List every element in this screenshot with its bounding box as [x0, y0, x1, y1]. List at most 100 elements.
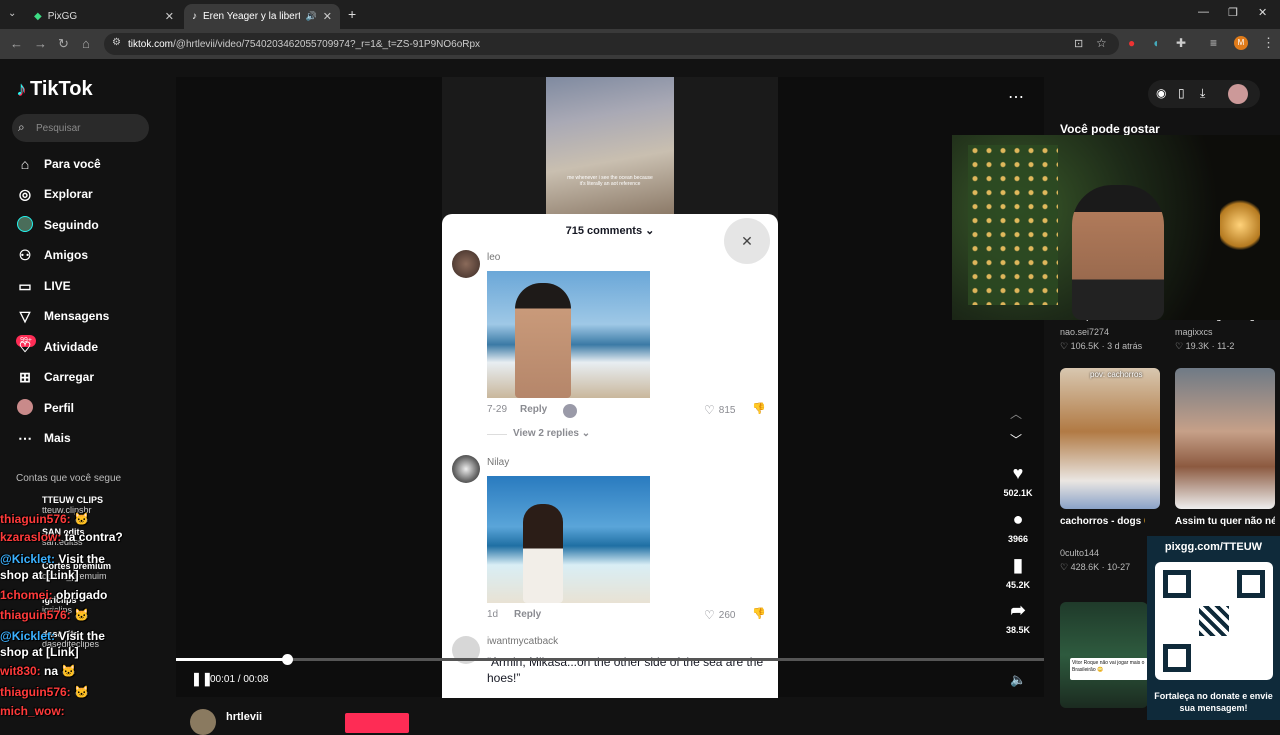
save-button[interactable]: ▮ 45.2K [1002, 555, 1034, 590]
author-avatar[interactable] [190, 709, 216, 735]
back-icon[interactable]: ← [10, 36, 23, 51]
progress-bar[interactable] [176, 658, 1044, 661]
sidebar-item-atividade[interactable]: ♡ Atividade [16, 336, 98, 358]
sidebar-item-para-voce[interactable]: ⌂ Para você [16, 153, 101, 175]
extension-icon[interactable]: ● [1128, 36, 1135, 50]
comment-username[interactable]: Nilay [487, 457, 509, 468]
next-video-icon[interactable]: ﹀ [1010, 431, 1022, 448]
avatar[interactable] [452, 455, 480, 483]
reply-button[interactable]: Reply [520, 404, 547, 415]
chat-username: thiaguin576: [0, 685, 71, 699]
close-comments-button[interactable]: ✕ [724, 218, 770, 264]
comment-image[interactable] [487, 271, 650, 398]
qr-code[interactable] [1155, 562, 1273, 680]
chat-text: ta contra? [64, 530, 123, 544]
close-tab-icon[interactable]: ✕ [323, 10, 332, 23]
sidebar-item-perfil[interactable]: Perfil [16, 397, 74, 419]
reload-icon[interactable]: ↻ [58, 36, 69, 52]
chat-message: thiaguin576: 🐱 [0, 685, 89, 699]
comment-image[interactable] [487, 476, 650, 603]
address-bar[interactable]: ⚙ tiktok.com/@hrtlevii/video/75402034620… [104, 33, 1119, 55]
chat-text: shop at [Link] [0, 568, 79, 582]
logo-text: TikTok [30, 78, 93, 100]
rec-thumbnail[interactable]: pov: cachorros [1060, 368, 1160, 509]
comment-count: 3966 [1007, 534, 1029, 544]
avatar[interactable] [452, 250, 480, 278]
rec-thumbnail[interactable]: Vitor Roque não vai jogar mais o Brasile… [1060, 602, 1148, 708]
audio-playing-icon[interactable]: 🔊 [306, 11, 317, 22]
new-tab-icon[interactable]: + [348, 6, 356, 22]
comment-icon: ● [1012, 509, 1024, 529]
chat-username: @Kicklet: [0, 629, 56, 643]
like-video-button[interactable]: ♥ 502.1K [1002, 463, 1034, 498]
sidebar-item-seguindo[interactable]: Seguindo [16, 214, 99, 236]
device-icon[interactable]: ▯ [1178, 86, 1185, 100]
christmas-tree [968, 145, 1058, 305]
search-placeholder: Pesquisar [36, 122, 81, 134]
rec-author[interactable]: nao.sei7274 [1060, 327, 1109, 337]
browser-menu-icon[interactable]: ⋮ [1262, 35, 1275, 51]
sidebar-item-mensagens[interactable]: ▽ Mensagens [16, 305, 110, 327]
dislike-button[interactable]: 👎 [752, 402, 766, 415]
tiktok-note-icon: ♪ [16, 78, 26, 100]
home-browser-icon[interactable]: ⌂ [82, 36, 90, 51]
thumbs-down-icon: 👎 [752, 608, 766, 620]
previous-video-icon[interactable]: ︿ [1010, 405, 1022, 422]
sidebar-item-mais[interactable]: ⋯ Mais [16, 427, 71, 449]
chat-message: thiaguin576: 🐱 [0, 512, 89, 526]
dislike-button[interactable]: 👎 [752, 607, 766, 620]
comment-username[interactable]: iwantmycatback [487, 636, 558, 647]
share-button[interactable]: ➦ 38.5K [1002, 600, 1034, 635]
minimize-icon[interactable]: — [1198, 6, 1209, 18]
more-options-icon[interactable]: ⋯ [1008, 87, 1024, 107]
extensions-puzzle-icon[interactable]: ✚ [1176, 36, 1186, 50]
install-app-icon[interactable]: ⊡ [1074, 37, 1083, 50]
sidebar-item-live[interactable]: ▭ LIVE [16, 275, 71, 297]
view-replies-button[interactable]: View 2 replies ⌄ [486, 428, 590, 439]
sidebar-item-label: Carregar [44, 370, 95, 384]
close-icon: ✕ [741, 232, 753, 249]
profile-icon [16, 398, 34, 418]
comment-username[interactable]: leo [487, 252, 500, 263]
close-window-icon[interactable]: ✕ [1258, 6, 1267, 19]
comment-button[interactable]: ● 3966 [1002, 509, 1034, 544]
site-info-icon[interactable]: ⚙ [112, 37, 121, 48]
tab-pixgg[interactable]: ◆ PixGG ✕ [26, 4, 182, 29]
like-button[interactable]: ♡ 260 [704, 608, 735, 622]
sidebar-item-explorar[interactable]: ◎ Explorar [16, 183, 93, 205]
heart-outline-icon: ♡ [704, 403, 715, 417]
follow-button[interactable] [345, 713, 409, 733]
tab-title: Eren Yeager y la libertad en [203, 11, 300, 22]
profile-avatar[interactable]: M [1234, 36, 1248, 50]
restore-icon[interactable]: ❐ [1228, 6, 1238, 19]
more-icon: ⋯ [18, 429, 32, 446]
like-button[interactable]: ♡ 815 [704, 403, 735, 417]
tiktok-logo[interactable]: ♪ TikTok [16, 78, 93, 101]
sidebar-item-carregar[interactable]: ⊞ Carregar [16, 366, 94, 388]
reply-button[interactable]: Reply [514, 609, 541, 620]
rec-caption[interactable]: cachorros - dogs 😊 ❤️ | #dog #pov... [1060, 516, 1145, 527]
bookmark-star-icon[interactable]: ☆ [1096, 36, 1107, 50]
sidebar-item-label: Amigos [44, 248, 89, 262]
media-controls-icon[interactable]: ≡ [1210, 36, 1217, 50]
chat-text: na 🐱 [44, 664, 77, 678]
close-tab-icon[interactable]: ✕ [165, 10, 174, 23]
forward-icon[interactable]: → [34, 36, 47, 51]
rec-author[interactable]: 0culto144 [1060, 548, 1099, 558]
rec-author[interactable]: magixxcs [1175, 327, 1213, 337]
rec-caption[interactable]: Assim tu quer não né [1175, 516, 1275, 527]
heart-outline-icon: ♡ [1060, 341, 1071, 351]
extension-icon[interactable]: ◖ [1152, 36, 1159, 50]
qr-finder [1237, 570, 1265, 598]
sidebar-item-amigos[interactable]: ⚇ Amigos [16, 244, 88, 266]
user-avatar[interactable] [1228, 84, 1248, 104]
tab-list-chevron-icon[interactable]: ⌄ [8, 8, 16, 19]
author-name[interactable]: hrtlevii [226, 711, 262, 723]
coin-icon[interactable]: ◉ [1156, 86, 1166, 100]
rec-thumbnail[interactable] [1175, 368, 1275, 509]
download-icon[interactable]: ⤓ [1200, 86, 1205, 101]
volume-icon[interactable]: 🔈 [1010, 672, 1026, 688]
search-input[interactable]: ⌕ Pesquisar [12, 114, 149, 142]
tab-tiktok[interactable]: ♪ Eren Yeager y la libertad en 🔊 ✕ [184, 4, 340, 29]
sidebar-item-label: LIVE [44, 279, 71, 293]
